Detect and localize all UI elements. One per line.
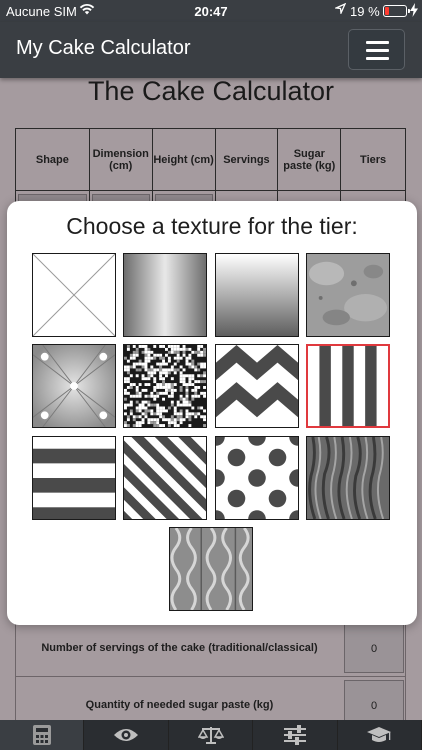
tab-weights[interactable] — [169, 720, 254, 750]
texture-vertical-gradient[interactable] — [123, 253, 207, 337]
texture-chevron[interactable] — [215, 344, 299, 428]
header-servings: Servings — [214, 128, 279, 191]
status-bar: Aucune SIM 20:47 19 % — [0, 0, 422, 22]
texture-horizontal-stripes[interactable] — [32, 436, 116, 520]
app-header: My Cake Calculator — [0, 22, 422, 78]
bottom-tab-bar — [0, 720, 422, 750]
sliders-icon — [283, 725, 306, 745]
tab-preview[interactable] — [84, 720, 169, 750]
menu-icon — [366, 41, 389, 44]
texture-diagonal-stripes[interactable] — [123, 436, 207, 520]
texture-knit[interactable] — [169, 527, 253, 611]
modal-title: Choose a texture for the tier: — [66, 213, 358, 239]
menu-icon-bar — [366, 49, 389, 52]
texture-vertical-stripes[interactable] — [306, 344, 390, 428]
page-heading: The Cake Calculator — [87, 76, 335, 106]
menu-icon-bar — [366, 57, 389, 60]
texture-bark[interactable] — [306, 436, 390, 520]
header-sugar-paste: Sugar paste (kg) — [277, 128, 342, 191]
hamburger-menu-button[interactable] — [348, 29, 405, 70]
results-section: Number of servings of the cake (traditio… — [15, 620, 406, 734]
servings-result-row: Number of servings of the cake (traditio… — [15, 620, 406, 677]
header-shape: Shape — [15, 128, 90, 191]
header-dimension: Dimension (cm) — [88, 128, 153, 191]
charging-bolt-icon — [410, 3, 418, 20]
servings-result-label: Number of servings of the cake (traditio… — [41, 642, 318, 654]
tab-learn[interactable] — [338, 720, 422, 750]
texture-picker-modal: Choose a texture for the tier: — [7, 201, 417, 625]
table-header-row: Shape Dimension (cm) Height (cm) Serving… — [15, 128, 406, 191]
texture-polka-dots[interactable] — [215, 436, 299, 520]
texture-noise[interactable] — [123, 344, 207, 428]
texture-horizontal-gradient[interactable] — [215, 253, 299, 337]
tab-settings[interactable] — [253, 720, 338, 750]
tab-calculator[interactable] — [0, 720, 85, 750]
header-height: Height (cm) — [151, 128, 216, 191]
battery-icon — [383, 5, 410, 17]
battery-percentage: 19 % — [350, 4, 380, 19]
eye-icon — [114, 729, 139, 741]
texture-quilted[interactable] — [32, 344, 116, 428]
scale-icon — [197, 727, 224, 744]
graduation-cap-icon — [367, 727, 392, 742]
header-tiers: Tiers — [340, 128, 406, 191]
calculator-icon — [32, 725, 51, 745]
location-arrow-icon — [333, 2, 347, 17]
texture-none[interactable] — [32, 253, 116, 337]
servings-result-value: 0 — [344, 623, 404, 673]
texture-marble[interactable] — [306, 253, 390, 337]
app-title: My Cake Calculator — [16, 37, 191, 59]
